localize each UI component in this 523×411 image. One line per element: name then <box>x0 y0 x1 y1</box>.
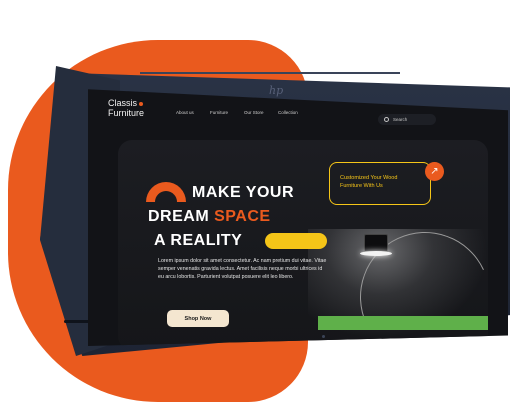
hp-logo: hp <box>269 84 284 97</box>
custom-card-line2: Furniture With Us <box>340 183 383 189</box>
nav-link-collection[interactable]: Collection <box>278 110 298 115</box>
brand-subtitle: Furniture <box>108 108 145 118</box>
custom-furniture-card[interactable]: Customized Your Wood Furniture With Us <box>329 162 431 205</box>
laptop-screen: Classis Furniture About us Furniture Our… <box>88 89 508 346</box>
search-icon <box>384 117 389 122</box>
shop-now-button[interactable]: Shop Now <box>167 310 229 327</box>
arrow-up-right-icon[interactable]: ↗ <box>425 162 444 181</box>
nav-link-store[interactable]: Our Store <box>244 110 264 115</box>
brand-logo[interactable]: Classis Furniture <box>108 98 144 118</box>
hero-headline-dream: DREAM <box>148 208 210 225</box>
green-sofa-strip <box>318 316 488 330</box>
hero-headline-line1: MAKE YOUR <box>192 184 294 201</box>
search-input[interactable]: Search <box>378 114 436 125</box>
lamp-shade <box>364 234 388 252</box>
nav-link-furniture[interactable]: Furniture <box>210 110 228 115</box>
brand-dot-icon <box>139 101 144 106</box>
hero-headline-line2: DREAM SPACE <box>148 208 271 226</box>
custom-card-line1: Customized Your Wood <box>340 175 398 181</box>
search-label: Search <box>393 117 408 122</box>
brand-name: Classis <box>108 98 138 108</box>
webcam-dot <box>322 335 325 338</box>
hero-description: Lorem ipsum dolor sit amet consectetur. … <box>158 258 327 280</box>
laptop-hinge <box>140 72 400 74</box>
lamp-bulb <box>360 251 392 256</box>
nav-link-about[interactable]: About us <box>176 110 194 115</box>
hero-headline-space: SPACE <box>214 208 271 225</box>
yellow-accent-pill <box>265 233 327 249</box>
hero-headline-line3: A REALITY <box>154 232 243 249</box>
